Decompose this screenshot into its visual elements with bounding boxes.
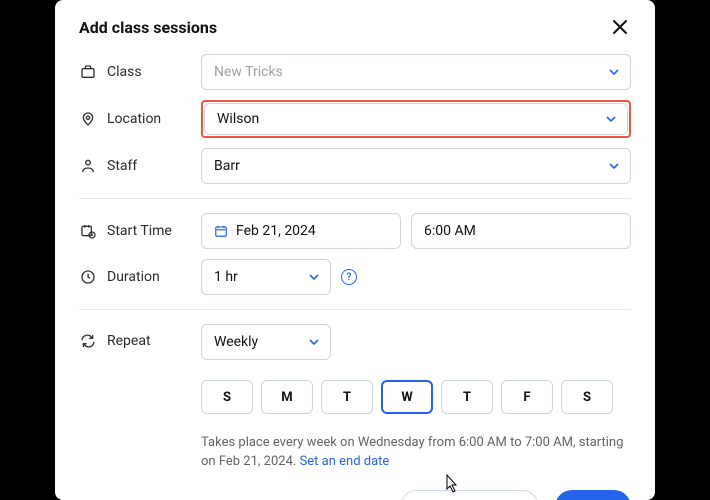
save-button[interactable]: Save [555,490,631,500]
label-staff: Staff [79,157,201,175]
row-location: Location Wilson [79,100,631,138]
divider [79,198,631,199]
class-select[interactable]: New Tricks [201,54,631,90]
help-icon[interactable]: ? [341,269,357,285]
class-select-value: New Tricks [214,64,283,80]
staff-select-value: Barr [214,158,240,174]
location-select-value: Wilson [217,111,259,127]
chevron-down-icon [308,336,320,348]
staff-select[interactable]: Barr [201,148,631,184]
calendar-clock-icon [79,222,97,240]
day-picker: SMTWTFS [201,380,631,414]
label-start-time: Start Time [79,222,201,240]
person-icon [79,157,97,175]
repeat-frequency-select[interactable]: Weekly [201,324,331,360]
day-toggle[interactable]: M [261,380,313,414]
repeat-description: Takes place every week on Wednesday from… [201,434,631,472]
duration-select[interactable]: 1 hr [201,259,331,295]
start-date-input[interactable]: Feb 21, 2024 [201,213,401,249]
label-text-location: Location [107,111,161,127]
modal-header: Add class sessions [79,16,631,38]
start-time-input[interactable]: 6:00 AM [411,213,631,249]
repeat-frequency-value: Weekly [214,334,258,350]
set-end-date-link[interactable]: Set an end date [300,454,390,469]
start-time-value: 6:00 AM [424,223,476,239]
day-toggle[interactable]: T [321,380,373,414]
start-date-value: Feb 21, 2024 [236,223,316,239]
duration-select-value: 1 hr [214,269,238,285]
chevron-down-icon [608,66,620,78]
row-class: Class New Tricks [79,54,631,90]
location-select[interactable]: Wilson [204,103,628,135]
row-start-time: Start Time Feb 21, 2024 6:00 AM [79,213,631,249]
briefcase-icon [79,63,97,81]
chevron-down-icon [308,271,320,283]
repeat-icon [79,332,97,350]
row-repeat: Repeat Weekly SMTWTFS Takes place every … [79,324,631,472]
modal-footer: Cancel Save & Add New Save [79,490,631,500]
add-class-sessions-modal: Add class sessions Class New Tricks [55,0,655,500]
label-text-start-time: Start Time [107,223,172,239]
label-duration: Duration [79,268,201,286]
chevron-down-icon [608,160,620,172]
close-icon [613,20,627,34]
row-staff: Staff Barr [79,148,631,184]
day-toggle[interactable]: F [501,380,553,414]
label-text-class: Class [107,64,142,80]
map-pin-icon [79,110,97,128]
calendar-icon [214,224,228,238]
day-toggle[interactable]: S [561,380,613,414]
close-button[interactable] [609,16,631,38]
modal-title: Add class sessions [79,18,217,37]
label-text-staff: Staff [107,158,137,174]
day-toggle[interactable]: S [201,380,253,414]
clock-icon [79,268,97,286]
chevron-down-icon [605,113,617,125]
label-location: Location [79,110,201,128]
label-text-repeat: Repeat [107,333,151,349]
cancel-button[interactable]: Cancel [324,490,384,500]
row-duration: Duration 1 hr ? [79,259,631,295]
label-text-duration: Duration [107,269,160,285]
label-class: Class [79,63,201,81]
day-toggle[interactable]: W [381,380,433,414]
location-highlight: Wilson [201,100,631,138]
save-and-add-new-button[interactable]: Save & Add New [400,490,539,500]
day-toggle[interactable]: T [441,380,493,414]
repeat-description-text: Takes place every week on Wednesday from… [201,435,623,469]
label-repeat: Repeat [79,324,201,350]
divider [79,309,631,310]
